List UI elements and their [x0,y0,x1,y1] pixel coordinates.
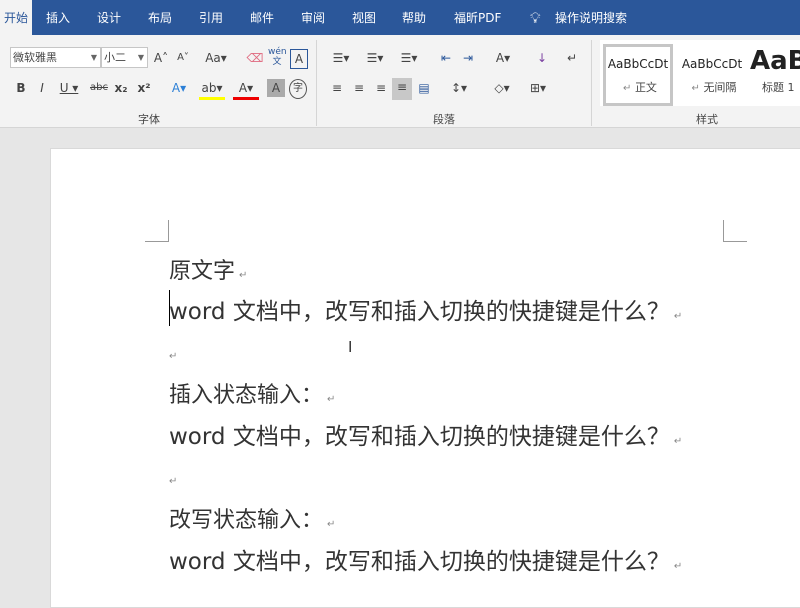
doc-line[interactable]: word 文档中，改写和插入切换的快捷键是什么？ ↵ [169,417,682,451]
doc-line[interactable]: word 文档中，改写和插入切换的快捷键是什么？ ↵ [169,542,682,576]
increase-indent-icon[interactable]: ⇥ [459,49,477,67]
font-color-icon[interactable]: A▾ [233,79,259,100]
superscript-icon[interactable]: x² [135,79,153,97]
lightbulb-icon: 💡︎ [530,9,541,27]
enclose-characters-icon[interactable]: 字 [289,79,307,99]
character-border-icon[interactable]: A [290,49,308,69]
doc-line[interactable]: 原文字 ↵ [169,253,247,285]
tab-home[interactable]: 开始 [0,0,32,35]
borders-icon[interactable]: ⊞▾ [524,79,552,97]
doc-line-empty[interactable]: ↵ [169,344,177,363]
distributed-icon[interactable]: ▤ [415,79,433,97]
sort-icon[interactable]: ↓ [533,49,551,67]
highlight-icon[interactable]: ab▾ [199,79,225,100]
paragraph-group-label: 段落 [433,113,455,126]
tab-references[interactable]: 引用 [195,0,227,35]
text-effects-icon[interactable]: A▾ [166,79,192,97]
font-size-select[interactable]: 小二 ▼ [101,47,148,68]
phonetic-guide-icon[interactable]: wén 文 [268,47,287,67]
ribbon: 微软雅黑 ▼ 小二 ▼ A˄ A˅ Aa▾ ⌫ wén 文 A B I U ▾ abc… [0,35,800,128]
show-marks-icon[interactable]: ↵ [563,49,581,67]
align-left-icon[interactable]: ≡ [328,79,346,97]
chinese-layout-icon[interactable]: A▾ [490,49,516,67]
strikethrough-icon[interactable]: abc [89,79,109,97]
ibeam-cursor-icon: I [348,338,353,356]
align-right-icon[interactable]: ≡ [372,79,390,97]
doc-line[interactable]: word 文档中，改写和插入切换的快捷键是什么？ ↵ [169,292,682,326]
clear-format-icon[interactable]: ⌫ [246,49,264,67]
tab-design[interactable]: 设计 [93,0,125,35]
shrink-font-icon[interactable]: A˅ [174,49,192,67]
margin-corner-mark [145,220,169,242]
character-shading-icon[interactable]: A [267,79,285,97]
line-spacing-icon[interactable]: ↕▾ [446,79,472,97]
style-heading-1[interactable]: AaB 标题 1 [750,44,800,106]
tab-review[interactable]: 审阅 [297,0,329,35]
style-normal[interactable]: AaBbCcDt ↵ 正文 [603,44,673,106]
bullets-icon[interactable]: ☰▾ [328,49,354,67]
document-page[interactable] [50,148,800,608]
doc-line-empty[interactable]: ↵ [169,469,177,488]
font-name-select[interactable]: 微软雅黑 ▼ [10,47,101,68]
multilevel-list-icon[interactable]: ☰▾ [396,49,422,67]
tab-layout[interactable]: 布局 [144,0,176,35]
underline-icon[interactable]: U ▾ [56,79,82,97]
margin-corner-mark [723,220,747,242]
doc-line[interactable]: 改写状态输入： ↵ [169,502,335,534]
bold-icon[interactable]: B [12,79,30,97]
italic-icon[interactable]: I [33,79,51,97]
tell-me-search[interactable]: 操作说明搜索 [551,0,631,35]
font-name-value: 微软雅黑 [13,51,57,64]
subscript-icon[interactable]: x₂ [112,79,130,97]
numbering-icon[interactable]: ☰▾ [362,49,388,67]
styles-group-label: 样式 [696,113,718,126]
change-case-icon[interactable]: Aa▾ [202,49,230,67]
style-no-spacing[interactable]: AaBbCcDt ↵ 无间隔 [676,44,748,106]
decrease-indent-icon[interactable]: ⇤ [437,49,455,67]
align-center-icon[interactable]: ≡ [350,79,368,97]
grow-font-icon[interactable]: A˄ [152,49,170,67]
tab-foxit-pdf[interactable]: 福昕PDF [450,0,505,35]
tab-insert[interactable]: 插入 [42,0,74,35]
doc-line[interactable]: 插入状态输入： ↵ [169,377,335,409]
tab-help[interactable]: 帮助 [398,0,430,35]
font-group-label: 字体 [138,113,160,126]
justify-icon[interactable]: ≡ [392,78,412,100]
font-size-value: 小二 [104,51,126,64]
shading-icon[interactable]: ◇▾ [488,79,516,97]
tab-mailings[interactable]: 邮件 [246,0,278,35]
tab-view[interactable]: 视图 [348,0,380,35]
ribbon-tabs: 开始 插入 设计 布局 引用 邮件 审阅 视图 帮助 福昕PDF 💡︎ 操作说明… [0,0,800,35]
